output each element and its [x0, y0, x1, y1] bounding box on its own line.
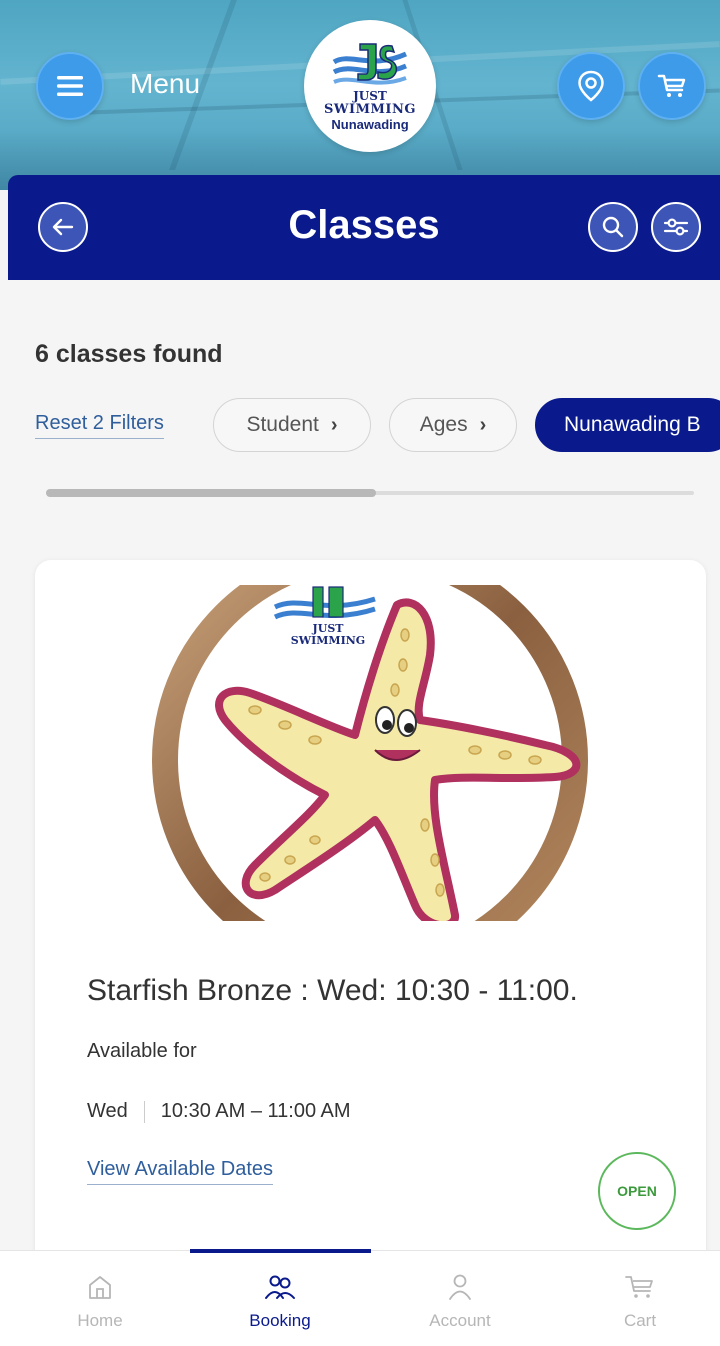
- class-day: Wed: [87, 1100, 128, 1122]
- class-schedule: Wed 10:30 AM – 11:00 AM: [87, 1100, 351, 1123]
- club-logo[interactable]: JUST SWIMMING Nunawading: [304, 20, 436, 152]
- active-tab-indicator: [190, 1249, 371, 1253]
- cart-icon: [625, 1276, 653, 1298]
- menu-button[interactable]: [36, 52, 104, 120]
- person-icon: [449, 1274, 471, 1300]
- people-icon: [265, 1275, 295, 1299]
- hamburger-icon: [57, 76, 83, 96]
- class-card[interactable]: JUST SWIMMING Starfish Bronze : Wed: 10:…: [35, 560, 706, 1280]
- nav-booking[interactable]: Booking: [190, 1273, 370, 1331]
- nav-label: Home: [77, 1311, 123, 1330]
- sliders-icon: [663, 218, 689, 236]
- bottom-navigation: Home Booking Account Cart: [0, 1249, 720, 1346]
- filter-chip-ages[interactable]: Ages ›: [389, 398, 517, 452]
- home-icon: [89, 1276, 111, 1299]
- filter-chip-label: Nunawading B: [564, 413, 701, 436]
- chevron-right-icon: ›: [330, 413, 338, 436]
- page-title-bar: Classes: [8, 175, 720, 280]
- nav-label: Booking: [249, 1311, 311, 1330]
- location-button[interactable]: [557, 52, 625, 120]
- divider: [143, 1100, 145, 1123]
- logo-line-3: Nunawading: [331, 117, 409, 132]
- status-badge: OPEN: [598, 1152, 676, 1230]
- class-image: JUST SWIMMING: [85, 585, 655, 921]
- filter-scroll-thumb[interactable]: [46, 489, 376, 497]
- image-logo-line-2: SWIMMING: [290, 634, 366, 647]
- search-button[interactable]: [588, 202, 638, 252]
- filter-chip-label: Ages: [419, 413, 468, 436]
- header-cart-button[interactable]: [638, 52, 706, 120]
- filter-chip-label: Student: [246, 413, 319, 436]
- menu-label[interactable]: Menu: [130, 68, 200, 100]
- nav-label: Account: [429, 1311, 491, 1330]
- nav-cart[interactable]: Cart: [550, 1273, 720, 1331]
- logo-line-2: SWIMMING: [324, 102, 416, 117]
- location-pin-icon: [578, 70, 604, 102]
- available-for-label: Available for: [87, 1040, 197, 1062]
- cart-icon: [657, 74, 686, 97]
- js-logo-mark: [332, 43, 408, 85]
- nav-account[interactable]: Account: [370, 1273, 550, 1331]
- js-logo-mark: [273, 586, 376, 620]
- view-available-dates-link[interactable]: View Available Dates: [87, 1158, 274, 1185]
- search-icon: [602, 216, 624, 238]
- reset-filters-link[interactable]: Reset 2 Filters: [35, 412, 164, 439]
- filter-button[interactable]: [651, 202, 701, 252]
- chevron-right-icon: ›: [479, 413, 487, 436]
- filter-chip-venue[interactable]: Nunawading B: [535, 398, 720, 452]
- nav-home[interactable]: Home: [10, 1273, 190, 1331]
- filter-chip-student[interactable]: Student ›: [213, 398, 371, 452]
- class-title[interactable]: Starfish Bronze : Wed: 10:30 - 11:00.: [87, 974, 578, 1008]
- results-count: 6 classes found: [35, 340, 223, 368]
- class-time: 10:30 AM – 11:00 AM: [160, 1100, 351, 1122]
- nav-label: Cart: [623, 1311, 657, 1330]
